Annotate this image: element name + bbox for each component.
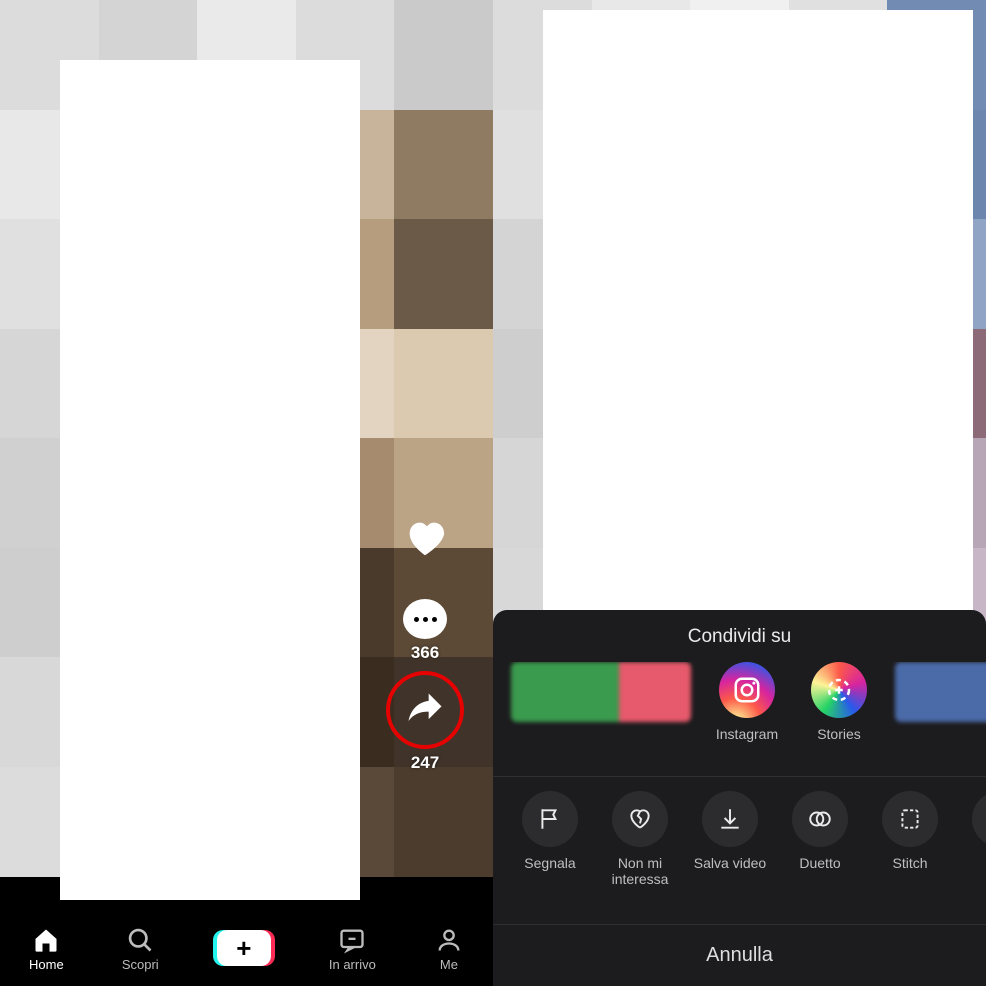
share-sheet: Condividi su Instagram Stories	[493, 610, 986, 986]
redacted-video-area	[60, 60, 360, 900]
share-count: 247	[411, 753, 439, 773]
divider	[493, 776, 986, 777]
plus-icon: +	[217, 930, 271, 966]
left-screenshot: 366 247 Home Scopri + In arrivo	[0, 0, 493, 986]
inbox-icon	[338, 926, 366, 954]
share-target-stories[interactable]: Stories	[803, 662, 875, 762]
nav-inbox-label: In arrivo	[329, 957, 376, 972]
cancel-button[interactable]: Annulla	[493, 924, 986, 986]
share-target-label: Instagram	[716, 726, 778, 758]
download-icon	[717, 806, 743, 832]
nav-create[interactable]: +	[217, 930, 271, 966]
nav-home-label: Home	[29, 957, 64, 972]
option-stitch[interactable]: Stitch	[871, 791, 949, 889]
cancel-label: Annulla	[706, 944, 773, 967]
share-target-instagram[interactable]: Instagram	[711, 662, 783, 762]
instagram-icon	[732, 675, 762, 705]
duet-icon	[807, 806, 833, 832]
comment-count: 366	[411, 643, 439, 663]
right-screenshot: Condividi su Instagram Stories	[493, 0, 986, 986]
option-report[interactable]: Segnala	[511, 791, 589, 889]
share-target-redacted-1[interactable]	[511, 662, 691, 762]
redacted-video-area	[543, 10, 973, 610]
share-options-row[interactable]: Segnala Non mi interessa Salva video Due…	[493, 791, 986, 889]
option-label: Duetto	[799, 855, 840, 889]
nav-me-label: Me	[440, 957, 458, 972]
nav-inbox[interactable]: In arrivo	[329, 925, 376, 972]
option-save-video[interactable]: Salva video	[691, 791, 769, 889]
option-not-interested[interactable]: Non mi interessa	[601, 791, 679, 889]
flag-icon	[537, 806, 563, 832]
option-label: Segnala	[524, 855, 575, 889]
profile-icon	[435, 926, 463, 954]
right-action-column: 366 247	[395, 515, 455, 787]
share-target-label: Stories	[817, 726, 861, 758]
option-add-favorites[interactable]: Ag	[961, 791, 986, 889]
share-targets-row[interactable]: Instagram Stories	[493, 662, 986, 762]
comment-icon	[403, 599, 447, 639]
option-label: Non mi interessa	[601, 855, 679, 889]
search-icon	[126, 926, 154, 954]
option-label: Stitch	[892, 855, 927, 889]
nav-discover[interactable]: Scopri	[122, 925, 159, 972]
share-arrow-icon	[403, 688, 447, 732]
option-label: Salva video	[694, 855, 766, 889]
share-target-redacted-2[interactable]	[895, 662, 986, 762]
option-duet[interactable]: Duetto	[781, 791, 859, 889]
heart-icon	[402, 515, 448, 561]
broken-heart-icon	[627, 806, 653, 832]
nav-home[interactable]: Home	[29, 925, 64, 972]
like-button[interactable]	[402, 515, 448, 585]
stories-icon	[824, 675, 854, 705]
stitch-icon	[897, 806, 923, 832]
nav-discover-label: Scopri	[122, 957, 159, 972]
share-sheet-title: Condividi su	[493, 626, 986, 648]
comment-button[interactable]: 366	[403, 599, 447, 663]
share-button[interactable]: 247	[386, 677, 464, 773]
nav-me[interactable]: Me	[434, 925, 464, 972]
bottom-navbar: Home Scopri + In arrivo Me	[0, 910, 493, 986]
home-icon	[32, 926, 60, 954]
